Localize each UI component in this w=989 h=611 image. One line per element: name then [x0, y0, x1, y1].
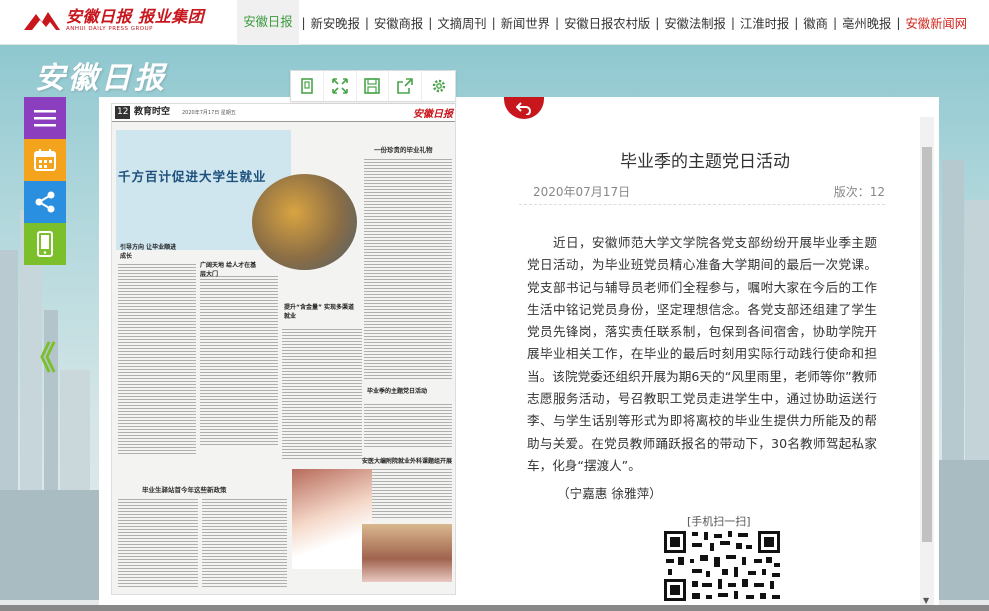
settings-icon	[432, 79, 445, 93]
newspaper-date: 2020年7月17日 星期五	[182, 110, 236, 116]
nav-separator: |	[896, 15, 901, 30]
nav-item[interactable]: 安徽日报农村版	[562, 14, 652, 32]
fullscreen-button[interactable]	[324, 71, 357, 101]
qr-code-icon	[662, 529, 782, 603]
article-title: 毕业季的主题党日活动	[620, 152, 790, 172]
site-brand-title: 安徽日报	[35, 61, 167, 96]
nav-item[interactable]: 徽商	[801, 14, 830, 32]
text-column	[282, 329, 362, 459]
nav-separator: |	[794, 15, 799, 30]
share-icon	[35, 191, 55, 213]
mobile-button[interactable]	[24, 223, 66, 265]
mobile-icon	[37, 231, 53, 257]
article-meta: 2020年07月17日 版次：12	[519, 183, 885, 205]
publication-nav: 安徽日报 | 新安晚报 | 安徽商报 | 文摘周刊 | 新闻世界 | 安徽日报农村版 | 安徽法制报 | 江…	[237, 0, 969, 45]
export-button[interactable]	[389, 71, 423, 101]
qr-label: [手机扫一扫]	[687, 515, 751, 528]
text-column	[364, 469, 452, 519]
bottom-bar	[0, 605, 989, 611]
article-author: （宁嘉惠 徐雅萍）	[557, 486, 662, 501]
nav-item[interactable]: 安徽法制报	[662, 14, 728, 32]
menu-icon	[34, 110, 56, 127]
logo-text-cn: 安徽日报 报业集团	[66, 7, 205, 26]
nav-item[interactable]: 文摘周刊	[435, 14, 488, 32]
nav-item[interactable]: 亳州晚报	[840, 14, 893, 32]
nav-separator: |	[832, 15, 838, 30]
newspaper-page-number: 12	[115, 106, 131, 119]
single-page-button[interactable]	[291, 71, 324, 101]
logo-mark-icon	[22, 10, 62, 32]
nav-separator: |	[491, 15, 496, 30]
save-icon	[364, 78, 381, 94]
text-column	[202, 499, 287, 589]
newspaper-subhead-3: 提升“含金量” 实现多渠道就业	[284, 304, 354, 320]
fullscreen-icon	[331, 78, 348, 94]
article-page: 版次：12	[833, 185, 885, 199]
nav-separator: |	[655, 15, 660, 30]
press-group-logo[interactable]: 安徽日报 报业集团 ANHUI DAILY PRESS GROUP	[22, 9, 204, 33]
article-date: 2020年07月17日	[533, 185, 631, 199]
newspaper-page-image[interactable]: 12 教育时空 2020年7月17日 星期五 安徽日报 千方百计促进大学生就业 …	[111, 103, 456, 595]
nav-item[interactable]: 新安晚报	[309, 14, 362, 32]
calendar-icon	[34, 149, 56, 171]
text-column	[200, 276, 278, 446]
text-column	[364, 404, 452, 449]
newspaper-brand: 安徽日报	[413, 109, 453, 120]
scrollbar-thumb[interactable]	[922, 147, 932, 542]
text-column	[364, 159, 452, 379]
newspaper-grad-title: 毕业生驿站首今年这些新政策	[142, 486, 227, 494]
nav-separator: |	[364, 15, 370, 30]
article-panel: 毕业季的主题党日活动 2020年07月17日 版次：12 近日，安徽师范大学文学…	[505, 97, 931, 605]
article-scrollbar[interactable]: ▼	[920, 117, 934, 605]
nav-item[interactable]: 新闻世界	[499, 14, 552, 32]
nav-item[interactable]: 安徽商报	[372, 14, 425, 32]
nav-separator: |	[730, 15, 736, 30]
single-page-icon	[301, 78, 313, 94]
nav-item[interactable]: 安徽日报	[237, 0, 299, 45]
newspaper-headline: 千方百计促进大学生就业	[118, 169, 267, 184]
nav-separator: |	[428, 15, 433, 30]
scroll-down-arrow-icon[interactable]: ▼	[923, 596, 929, 605]
workers-photo	[252, 174, 357, 270]
newspaper-subhead-4: 毕业季的主题党日活动	[367, 388, 428, 395]
reader-panel: 12 教育时空 2020年7月17日 星期五 安徽日报 千方百计促进大学生就业 …	[99, 97, 939, 605]
menu-button[interactable]	[24, 97, 66, 139]
newspaper-masthead: 12 教育时空 2020年7月17日 星期五 安徽日报	[112, 104, 455, 122]
calendar-button[interactable]	[24, 139, 66, 181]
article-body: 近日，安徽师范大学文学院各党支部纷纷开展毕业季主题党日活动，为毕业班党员精心准备…	[527, 235, 877, 473]
nav-item[interactable]: 江淮时报	[738, 14, 791, 32]
share-button[interactable]	[24, 181, 66, 223]
nav-separator: |	[301, 15, 306, 30]
settings-button[interactable]	[422, 71, 455, 101]
newspaper-section: 教育时空	[134, 107, 171, 117]
back-arrow-icon	[516, 102, 531, 115]
nav-item[interactable]: 安徽新闻网	[904, 14, 970, 32]
skyline-right-decoration	[937, 160, 989, 600]
classroom-photo	[362, 524, 452, 582]
prev-page-arrow[interactable]: 《	[24, 333, 56, 379]
text-column	[118, 499, 198, 589]
save-button[interactable]	[357, 71, 390, 101]
nav-separator: |	[554, 15, 560, 30]
graduation-photo	[292, 469, 372, 569]
newspaper-subhead-1: 引导方向 让毕业顺进成长	[120, 244, 177, 260]
logo-text-en: ANHUI DAILY PRESS GROUP	[66, 26, 153, 32]
text-column	[118, 264, 196, 454]
newspaper-right-title: 一份珍贵的毕业礼物	[374, 146, 433, 154]
newspaper-subhead-5: 安医大编附院就业外科课题组开展	[362, 458, 453, 465]
top-bar: 安徽日报 报业集团 ANHUI DAILY PRESS GROUP 安徽日报 | 新…	[0, 0, 989, 45]
export-icon	[397, 78, 414, 94]
side-toolbar	[24, 97, 66, 265]
view-toolbar	[290, 70, 456, 102]
